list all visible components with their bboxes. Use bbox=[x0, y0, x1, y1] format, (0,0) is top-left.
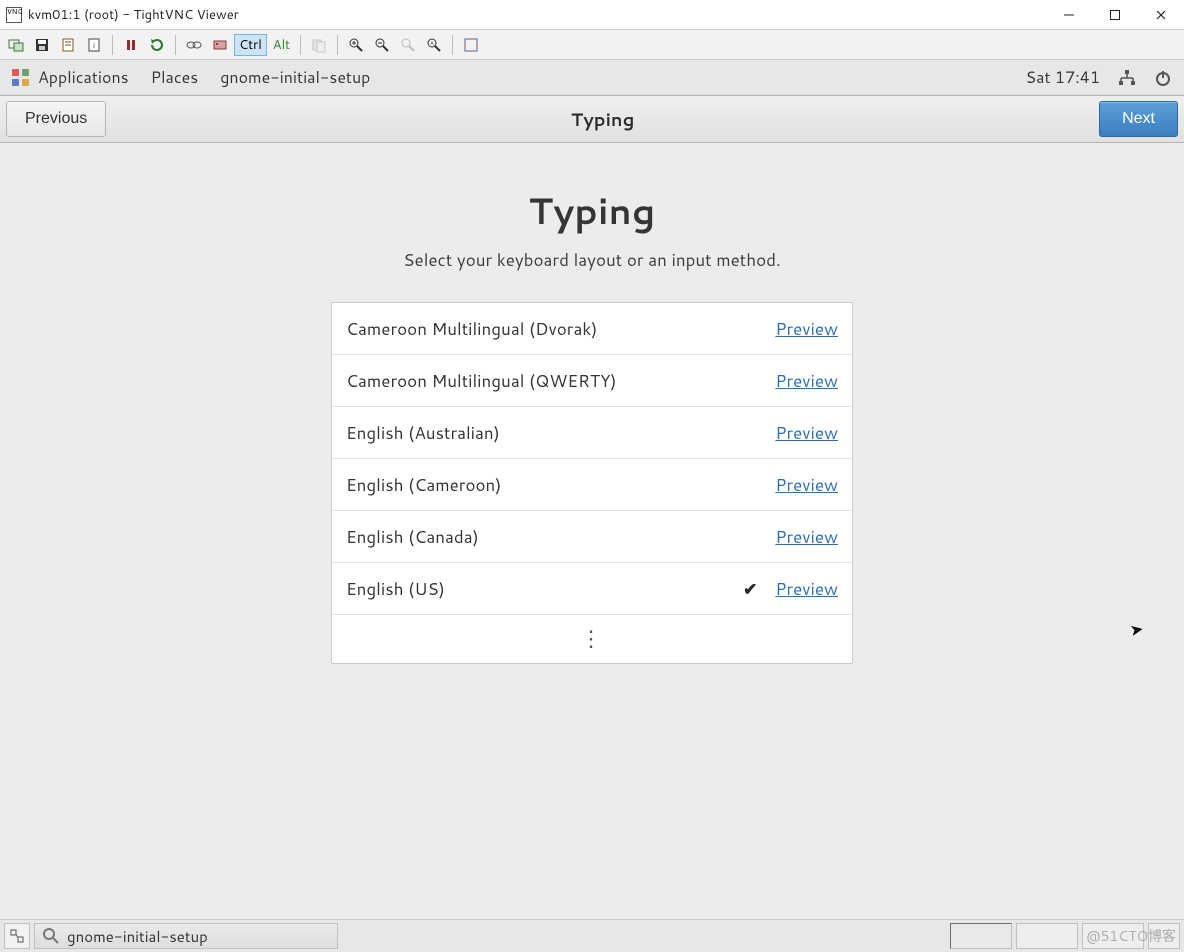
preview-link[interactable]: Preview bbox=[775, 421, 838, 445]
keyboard-layout-row[interactable]: English (Australian) Preview bbox=[332, 407, 852, 459]
zoom-100-icon[interactable] bbox=[396, 33, 420, 57]
show-desktop-button[interactable] bbox=[4, 923, 30, 949]
pause-icon[interactable] bbox=[119, 33, 143, 57]
send-keys-icon[interactable] bbox=[208, 33, 232, 57]
new-connection-icon[interactable] bbox=[4, 33, 28, 57]
previous-button[interactable]: Previous bbox=[6, 101, 106, 137]
mouse-cursor-icon: ➤ bbox=[1128, 617, 1145, 642]
layout-name: English (Cameroon) bbox=[346, 473, 775, 497]
layout-name: English (US) bbox=[346, 577, 743, 601]
svg-text:i: i bbox=[93, 39, 95, 51]
zoom-in-icon[interactable] bbox=[344, 33, 368, 57]
window-title: kvm01:1 (root) - TightVNC Viewer bbox=[28, 6, 239, 24]
setup-header: Previous Typing Next bbox=[0, 96, 1184, 143]
layout-name: Cameroon Multilingual (Dvorak) bbox=[346, 317, 775, 341]
refresh-icon[interactable] bbox=[145, 33, 169, 57]
maximize-button[interactable] bbox=[1092, 0, 1138, 30]
gnome-taskbar: gnome-initial-setup bbox=[0, 919, 1184, 952]
toolbar-separator bbox=[452, 35, 453, 55]
layout-name: English (Canada) bbox=[346, 525, 775, 549]
ctrl-alt-del-icon[interactable] bbox=[182, 33, 206, 57]
close-button[interactable] bbox=[1138, 0, 1184, 30]
tray-slot[interactable] bbox=[950, 923, 1012, 949]
toolbar-separator bbox=[337, 35, 338, 55]
checkmark-icon: ✔ bbox=[743, 577, 757, 601]
vnc-toolbar: i Ctrl Alt A bbox=[0, 30, 1184, 60]
setup-header-title: Typing bbox=[106, 106, 1099, 132]
watermark: @51CTO博客 bbox=[1086, 926, 1176, 946]
toolbar-separator bbox=[175, 35, 176, 55]
layout-name: Cameroon Multilingual (QWERTY) bbox=[346, 369, 775, 393]
connection-info-icon[interactable]: i bbox=[82, 33, 106, 57]
taskbar-app-label: gnome-initial-setup bbox=[67, 926, 208, 947]
taskbar-app-button[interactable]: gnome-initial-setup bbox=[34, 923, 338, 949]
preview-link[interactable]: Preview bbox=[775, 525, 838, 549]
keyboard-layout-row[interactable]: English (Canada) Preview bbox=[332, 511, 852, 563]
window-titlebar: VNC kvm01:1 (root) - TightVNC Viewer bbox=[0, 0, 1184, 30]
more-icon: ⋮ bbox=[580, 628, 604, 650]
network-icon[interactable] bbox=[1118, 69, 1136, 87]
places-menu[interactable]: Places bbox=[151, 66, 199, 89]
preview-link[interactable]: Preview bbox=[775, 369, 838, 393]
layout-name: English (Australian) bbox=[346, 421, 775, 445]
save-icon[interactable] bbox=[30, 33, 54, 57]
app-menu[interactable]: gnome-initial-setup bbox=[220, 66, 370, 89]
options-icon[interactable] bbox=[56, 33, 80, 57]
zoom-out-icon[interactable] bbox=[370, 33, 394, 57]
keyboard-layout-row[interactable]: English (US) ✔ Preview bbox=[332, 563, 852, 615]
keyboard-layout-row[interactable]: English (Cameroon) Preview bbox=[332, 459, 852, 511]
power-icon[interactable] bbox=[1154, 69, 1172, 87]
window-controls bbox=[1046, 0, 1184, 30]
page-subtitle: Select your keyboard layout or an input … bbox=[0, 248, 1184, 272]
app-icon bbox=[43, 928, 59, 944]
applications-menu[interactable]: Applications bbox=[38, 66, 129, 89]
gnome-top-panel: Applications Places gnome-initial-setup … bbox=[0, 60, 1184, 96]
svg-text:A: A bbox=[430, 40, 434, 47]
keyboard-layout-row[interactable]: Cameroon Multilingual (QWERTY) Preview bbox=[332, 355, 852, 407]
toolbar-separator bbox=[112, 35, 113, 55]
vnc-app-icon: VNC bbox=[6, 7, 22, 23]
alt-toggle[interactable]: Alt bbox=[269, 34, 294, 56]
clock[interactable]: Sat 17:41 bbox=[1026, 66, 1101, 89]
applications-icon bbox=[12, 69, 30, 87]
preview-link[interactable]: Preview bbox=[775, 577, 838, 601]
toolbar-separator bbox=[300, 35, 301, 55]
preview-link[interactable]: Preview bbox=[775, 317, 838, 341]
keyboard-layout-row[interactable]: Cameroon Multilingual (Dvorak) Preview bbox=[332, 303, 852, 355]
next-button[interactable]: Next bbox=[1099, 101, 1178, 137]
tray-slot[interactable] bbox=[1016, 923, 1078, 949]
minimize-button[interactable] bbox=[1046, 0, 1092, 30]
fullscreen-icon[interactable] bbox=[459, 33, 483, 57]
zoom-auto-icon[interactable]: A bbox=[422, 33, 446, 57]
ctrl-toggle[interactable]: Ctrl bbox=[234, 34, 267, 56]
keyboard-layout-list: Cameroon Multilingual (Dvorak) Preview C… bbox=[331, 302, 853, 664]
preview-link[interactable]: Preview bbox=[775, 473, 838, 497]
setup-body: Typing Select your keyboard layout or an… bbox=[0, 143, 1184, 919]
page-title: Typing bbox=[0, 185, 1184, 236]
transfer-files-icon[interactable] bbox=[307, 33, 331, 57]
more-layouts-row[interactable]: ⋮ bbox=[332, 615, 852, 663]
